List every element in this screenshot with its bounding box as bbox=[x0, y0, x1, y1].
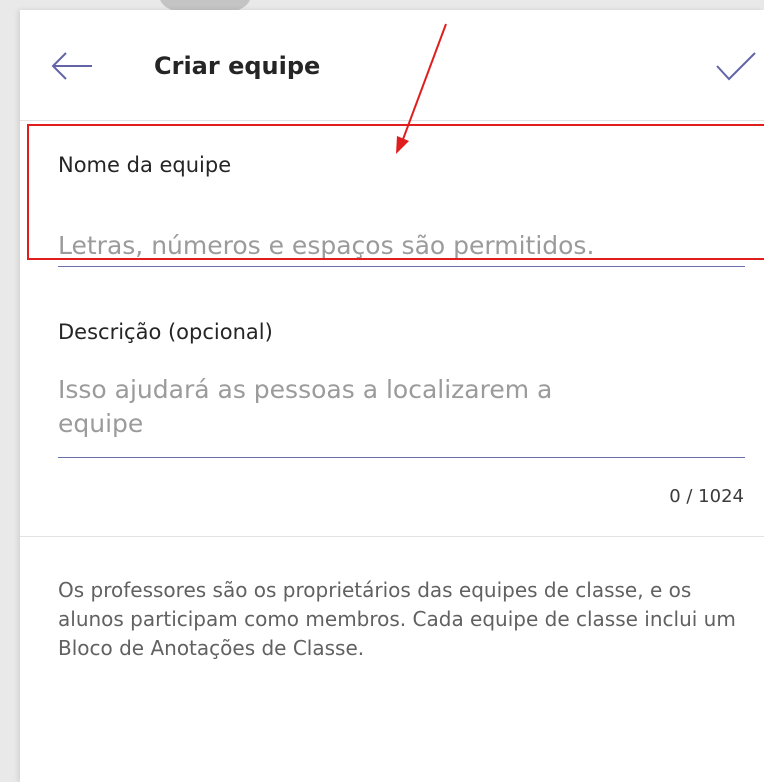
back-button[interactable] bbox=[50, 48, 96, 84]
team-name-input[interactable]: Letras, números e espaços são permitidos… bbox=[58, 229, 745, 267]
description-label: Descrição (opcional) bbox=[58, 320, 273, 344]
app-header: Criar equipe bbox=[20, 10, 764, 121]
info-text: Os professores são os proprietários das … bbox=[58, 578, 736, 660]
confirm-button[interactable] bbox=[714, 50, 758, 84]
description-placeholder-line-1: Isso ajudará as pessoas a localizarem a bbox=[58, 375, 553, 404]
team-name-placeholder: Letras, números e espaços são permitidos… bbox=[58, 231, 595, 260]
team-name-label: Nome da equipe bbox=[58, 153, 232, 177]
section-divider bbox=[20, 536, 764, 537]
arrow-left-icon bbox=[51, 52, 92, 80]
description-placeholder-line-2: equipe bbox=[58, 409, 144, 438]
description-input[interactable]: Isso ajudará as pessoas a localizarem a … bbox=[58, 373, 745, 458]
create-team-panel: Criar equipe Nome da equipe Letras, núme… bbox=[20, 10, 764, 782]
page-title: Criar equipe bbox=[154, 52, 321, 80]
character-counter: 0 / 1024 bbox=[669, 486, 744, 507]
checkmark-icon bbox=[716, 52, 756, 81]
